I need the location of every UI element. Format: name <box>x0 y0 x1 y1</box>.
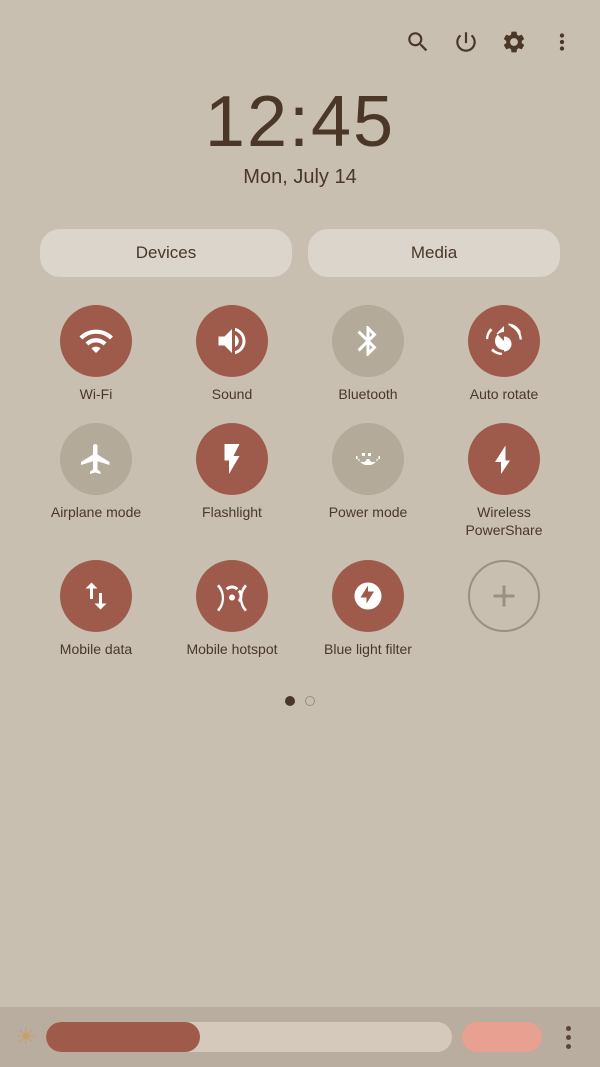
powermode-label: Power mode <box>329 503 408 521</box>
brightness-more-icon[interactable] <box>552 1021 584 1053</box>
flashlight-label: Flashlight <box>202 503 262 521</box>
search-icon[interactable] <box>404 28 432 56</box>
clock-date: Mon, July 14 <box>0 166 600 189</box>
tile-flashlight[interactable]: Flashlight <box>168 423 296 539</box>
wifi-label: Wi-Fi <box>80 385 113 403</box>
brightness-fill <box>46 1022 200 1052</box>
page-dot-1[interactable] <box>285 696 295 706</box>
devices-button[interactable]: Devices <box>40 229 292 277</box>
powermode-icon <box>332 423 404 495</box>
flashlight-icon <box>196 423 268 495</box>
add-icon <box>468 560 540 632</box>
bluetooth-label: Bluetooth <box>338 385 397 403</box>
page-dot-2[interactable] <box>305 696 315 706</box>
tile-wifi[interactable]: Wi-Fi <box>32 305 160 403</box>
quick-tiles-grid: Wi-Fi Sound Bluetooth Auto rotate Airpla… <box>0 277 600 678</box>
media-button[interactable]: Media <box>308 229 560 277</box>
autorotate-label: Auto rotate <box>470 385 539 403</box>
clock-time: 12:45 <box>0 86 600 158</box>
tile-sound[interactable]: Sound <box>168 305 296 403</box>
brightness-right-section <box>462 1022 542 1052</box>
wireless-powershare-icon <box>468 423 540 495</box>
mobiledata-icon <box>60 560 132 632</box>
tile-airplane[interactable]: Airplane mode <box>32 423 160 539</box>
bluetooth-icon <box>332 305 404 377</box>
airplane-label: Airplane mode <box>51 503 141 521</box>
tile-add[interactable] <box>440 560 568 658</box>
mobilehotspot-label: Mobile hotspot <box>186 640 277 658</box>
more-options-icon[interactable] <box>548 28 576 56</box>
sound-icon <box>196 305 268 377</box>
sound-label: Sound <box>212 385 252 403</box>
bluelightfilter-icon <box>332 560 404 632</box>
tile-autorotate[interactable]: Auto rotate <box>440 305 568 403</box>
brightness-bar: ☀ <box>0 1007 600 1067</box>
bluelightfilter-label: Blue light filter <box>324 640 412 658</box>
tile-mobilehotspot[interactable]: Mobile hotspot <box>168 560 296 658</box>
tile-bluetooth[interactable]: Bluetooth <box>304 305 432 403</box>
clock-section: 12:45 Mon, July 14 <box>0 86 600 189</box>
brightness-track[interactable] <box>46 1022 452 1052</box>
pagination <box>0 696 600 706</box>
tile-powermode[interactable]: Power mode <box>304 423 432 539</box>
brightness-sun-icon: ☀ <box>16 1024 36 1050</box>
tile-mobiledata[interactable]: Mobile data <box>32 560 160 658</box>
wireless-powershare-label: Wireless PowerShare <box>440 503 568 539</box>
autorotate-icon <box>468 305 540 377</box>
settings-icon[interactable] <box>500 28 528 56</box>
top-toolbar <box>0 0 600 56</box>
airplane-icon <box>60 423 132 495</box>
tile-bluelightfilter[interactable]: Blue light filter <box>304 560 432 658</box>
mobilehotspot-icon <box>196 560 268 632</box>
mobiledata-label: Mobile data <box>60 640 132 658</box>
tile-wireless-powershare[interactable]: Wireless PowerShare <box>440 423 568 539</box>
wifi-icon <box>60 305 132 377</box>
power-icon[interactable] <box>452 28 480 56</box>
device-media-row: Devices Media <box>0 229 600 277</box>
